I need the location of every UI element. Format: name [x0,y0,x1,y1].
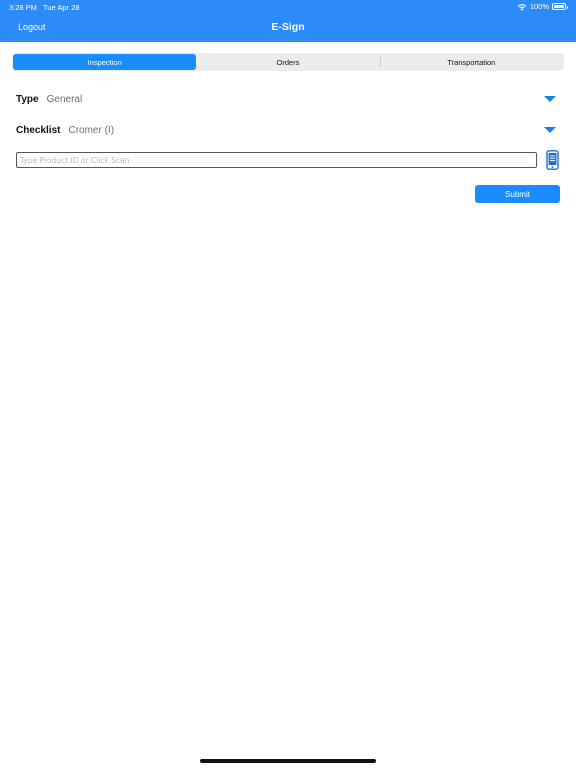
segmented-control: Inspection Orders Transportation [12,53,564,71]
tab-transportation[interactable]: Transportation [379,54,563,70]
type-value: General [46,93,83,105]
checklist-label: Checklist [16,124,61,136]
tab-inspection[interactable]: Inspection [13,54,197,70]
type-label: Type [16,93,39,105]
nav-bar: Logout E-Sign [0,14,576,42]
battery-percent: 100% [529,2,549,11]
status-time: 3:28 PM [9,3,37,12]
wifi-icon [517,3,527,10]
type-selector[interactable]: Type General [16,91,560,107]
caret-down-icon [544,127,556,133]
tab-orders[interactable]: Orders [196,54,379,70]
page-title: E-Sign [271,21,305,33]
checklist-value: Cromer (I) [68,124,115,136]
status-date: Tue Apr 28 [43,3,80,12]
submit-button[interactable]: Submit [475,185,560,203]
phone-scan-icon[interactable] [546,150,559,170]
battery-icon [552,3,568,10]
product-id-input[interactable] [16,152,537,168]
checklist-selector[interactable]: Checklist Cromer (I) [16,122,560,138]
status-right: 100% [517,2,568,11]
status-bar: 3:28 PM Tue Apr 28 100% [0,0,576,14]
caret-down-icon [544,96,556,102]
home-indicator [200,759,376,763]
